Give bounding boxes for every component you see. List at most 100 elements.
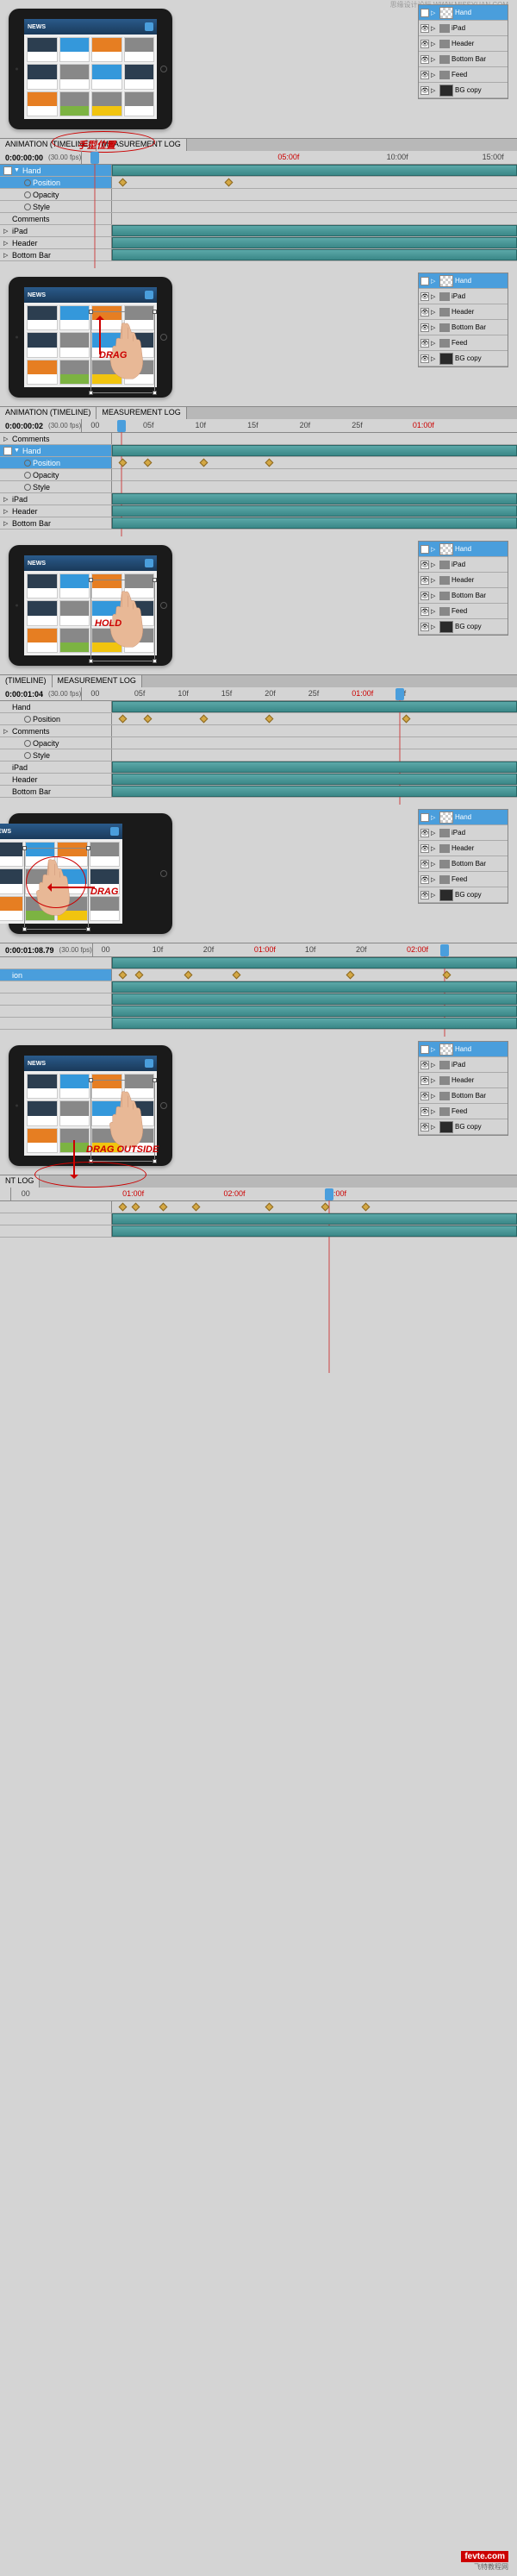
timeline-row[interactable]: ion (0, 969, 517, 981)
content-tile[interactable] (59, 37, 90, 62)
resize-handle-icon[interactable] (22, 846, 27, 850)
visibility-icon[interactable]: 👁 (420, 1092, 429, 1100)
keyframe-icon[interactable] (224, 179, 233, 187)
layer-row-bg-copy[interactable]: 👁 ▷ BG copy (419, 83, 508, 98)
expand-arrow-icon[interactable]: ▷ (431, 608, 438, 615)
visibility-icon[interactable]: 👁 (420, 1107, 429, 1116)
layer-row-header[interactable]: 👁 ▷ Header (419, 36, 508, 52)
timeline-row[interactable] (0, 993, 517, 1006)
playhead-icon[interactable] (90, 152, 99, 164)
visibility-icon[interactable]: 👁 (420, 844, 429, 853)
layer-row-ipad[interactable]: 👁 ▷ iPad (419, 289, 508, 304)
timeline-track[interactable] (112, 1006, 517, 1017)
content-tile[interactable] (27, 332, 58, 357)
visibility-icon[interactable]: 👁 (420, 277, 429, 285)
keyframe-icon[interactable] (119, 971, 128, 980)
layer-row-ipad[interactable]: 👁 ▷ iPad (419, 1057, 508, 1073)
keyframe-icon[interactable] (192, 1203, 201, 1212)
content-tile[interactable] (91, 64, 122, 89)
timeline-track[interactable] (112, 713, 517, 724)
timeline-row[interactable]: ▷ Header (0, 237, 517, 249)
keyframe-icon[interactable] (443, 971, 452, 980)
layer-row-hand[interactable]: 👁 ▷ Hand (419, 1042, 508, 1057)
resize-handle-icon[interactable] (89, 1078, 93, 1082)
layer-row-hand[interactable]: 👁 ▷ Hand (419, 810, 508, 825)
timeline-row[interactable]: Position (0, 713, 517, 725)
timeline-row[interactable]: Position (0, 177, 517, 189)
timeline-tab[interactable]: (TIMELINE) (0, 675, 53, 687)
timeline-row-label[interactable]: Style (0, 481, 112, 492)
visibility-icon[interactable]: 👁 (420, 1045, 429, 1054)
expand-arrow-icon[interactable]: ▷ (431, 293, 438, 300)
expand-arrow-icon[interactable]: ▷ (431, 309, 438, 316)
content-tile[interactable] (27, 305, 58, 330)
timeline-row[interactable]: 👁 ▼ Hand (0, 165, 517, 177)
content-tile[interactable] (27, 91, 58, 116)
timeline-row[interactable]: Style (0, 201, 517, 213)
layer-row-bg-copy[interactable]: 👁 ▷ BG copy (419, 351, 508, 367)
timeline-row[interactable]: ▷ Comments (0, 725, 517, 737)
resize-handle-icon[interactable] (89, 391, 93, 395)
expand-arrow-icon[interactable]: ▷ (431, 72, 438, 78)
timeline-track[interactable] (112, 213, 517, 224)
keyframe-icon[interactable] (119, 459, 128, 467)
current-time[interactable]: 0:00:01:04 (0, 690, 48, 699)
timeline-row[interactable] (0, 1225, 517, 1238)
home-button-icon[interactable] (160, 66, 167, 72)
visibility-icon[interactable]: 👁 (420, 813, 429, 822)
header-button[interactable] (145, 22, 153, 31)
timeline-track[interactable] (112, 725, 517, 736)
timeline-row-label[interactable] (0, 1225, 112, 1237)
layer-row-header[interactable]: 👁 ▷ Header (419, 841, 508, 856)
toggle-arrow-icon[interactable]: ▷ (3, 520, 10, 527)
playhead-icon[interactable] (325, 1188, 333, 1200)
layer-row-ipad[interactable]: 👁 ▷ iPad (419, 21, 508, 36)
content-tile[interactable] (59, 332, 90, 357)
expand-arrow-icon[interactable]: ▷ (431, 355, 438, 362)
timeline-row-label[interactable] (0, 957, 112, 968)
layer-row-header[interactable]: 👁 ▷ Header (419, 573, 508, 588)
timeline-row-label[interactable]: Position (0, 713, 112, 724)
timeline-track[interactable] (112, 969, 517, 981)
current-time[interactable]: 0:00:00:00 (0, 154, 48, 162)
keyframe-icon[interactable] (265, 715, 273, 724)
timeline-row-label[interactable] (0, 1018, 112, 1029)
timeline-row[interactable]: ▷ Bottom Bar (0, 517, 517, 530)
keyframe-icon[interactable] (119, 179, 128, 187)
visibility-icon[interactable]: 👁 (420, 561, 429, 569)
timeline-row[interactable] (0, 1018, 517, 1030)
stopwatch-icon[interactable] (24, 716, 31, 723)
timeline-row[interactable]: Comments (0, 213, 517, 225)
timeline-track[interactable] (112, 457, 517, 468)
toggle-arrow-icon[interactable]: ▷ (3, 728, 10, 735)
stopwatch-icon[interactable] (24, 191, 31, 198)
timeline-track[interactable] (112, 749, 517, 761)
expand-arrow-icon[interactable]: ▷ (431, 892, 438, 899)
current-time[interactable]: 0:00:01:08.79 (0, 946, 59, 955)
layer-row-header[interactable]: 👁 ▷ Header (419, 304, 508, 320)
resize-handle-icon[interactable] (153, 578, 157, 582)
visibility-icon[interactable]: 👁 (420, 24, 429, 33)
toggle-arrow-icon[interactable]: ▼ (14, 167, 21, 173)
expand-arrow-icon[interactable]: ▷ (431, 845, 438, 852)
toggle-arrow-icon[interactable]: ▷ (3, 496, 10, 503)
visibility-icon[interactable]: 👁 (420, 323, 429, 332)
current-time[interactable]: 0:00:00:02 (0, 422, 48, 430)
timeline-ruler[interactable]: 0001:00f02:00f03:00f (10, 1188, 517, 1201)
layer-row-feed[interactable]: 👁 ▷ Feed (419, 1104, 508, 1119)
content-tile[interactable] (90, 842, 121, 867)
timeline-row[interactable]: ▷ iPad (0, 225, 517, 237)
expand-arrow-icon[interactable]: ▷ (431, 1046, 438, 1053)
timeline-row[interactable]: ▷ iPad (0, 493, 517, 505)
header-button[interactable] (110, 827, 119, 836)
timeline-row[interactable]: Bottom Bar (0, 786, 517, 798)
timeline-row-label[interactable]: ▷ iPad (0, 493, 112, 505)
timeline-track[interactable] (112, 774, 517, 785)
timeline-track[interactable] (112, 762, 517, 773)
timeline-row[interactable] (0, 981, 517, 993)
content-tile[interactable] (124, 37, 155, 62)
visibility-icon[interactable]: 👁 (420, 545, 429, 554)
timeline-row[interactable]: 👁 ▼ Hand (0, 445, 517, 457)
timeline-track[interactable] (112, 993, 517, 1005)
content-tile[interactable] (27, 1100, 58, 1125)
